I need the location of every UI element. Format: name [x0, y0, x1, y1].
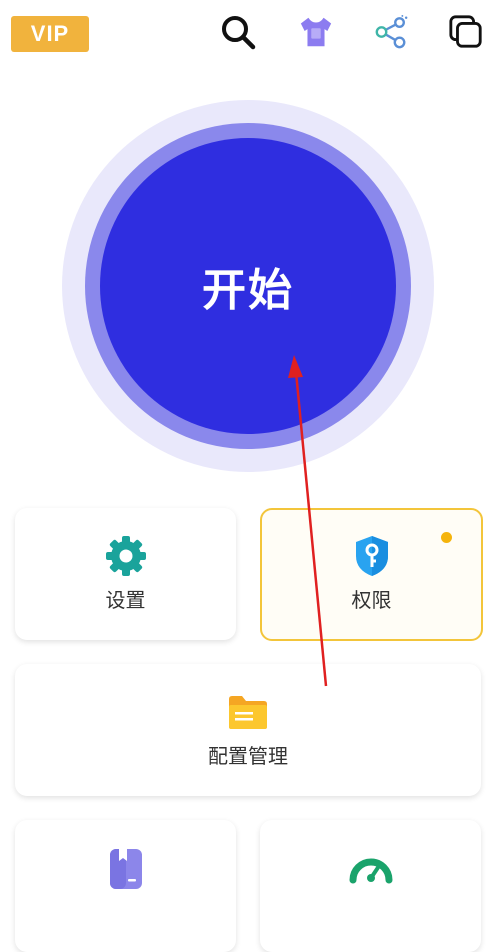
- shirt-icon[interactable]: [298, 14, 334, 50]
- permissions-label: 权限: [351, 588, 392, 612]
- start-button[interactable]: 开始: [100, 138, 396, 434]
- gear-icon: [104, 534, 148, 578]
- settings-label: 设置: [105, 588, 146, 612]
- bottom-left-card[interactable]: [15, 820, 236, 952]
- folder-icon: [226, 690, 270, 734]
- config-management-card[interactable]: 配置管理: [15, 664, 481, 796]
- speedometer-icon: [349, 846, 393, 890]
- shield-key-icon: [350, 534, 394, 578]
- search-icon[interactable]: [220, 14, 256, 50]
- share-icon[interactable]: [373, 14, 409, 50]
- notification-dot: [441, 532, 452, 543]
- config-management-label: 配置管理: [208, 744, 288, 768]
- vip-badge[interactable]: VIP: [11, 16, 89, 52]
- bookmark-icon: [104, 846, 148, 890]
- settings-card[interactable]: 设置: [15, 508, 236, 640]
- permissions-card[interactable]: 权限: [260, 508, 483, 641]
- copy-icon[interactable]: [448, 14, 484, 50]
- bottom-right-card[interactable]: [260, 820, 481, 952]
